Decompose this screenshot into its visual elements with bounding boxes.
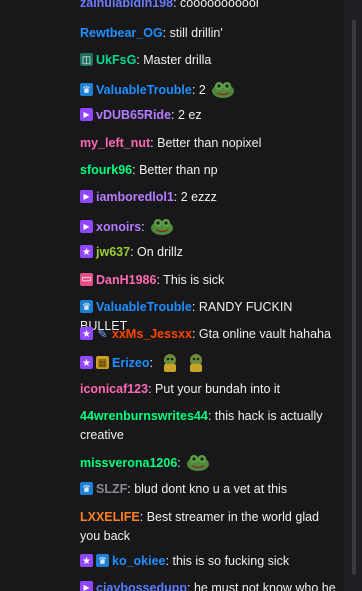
chat-message: Rewtbear_OG: still drillin' <box>80 24 340 43</box>
chat-message-text: cooooooooool <box>176 0 259 10</box>
chat-message: SLZF: blud dont kno u a vet at this <box>80 480 340 499</box>
chat-username[interactable]: zainulabidin198 <box>80 0 173 10</box>
chat-username[interactable]: ciaybossedupp <box>96 581 187 591</box>
chat-message: LXXELIFE: Best streamer in the world gla… <box>80 508 340 546</box>
chat-message: jw637: On drillz <box>80 243 340 262</box>
chat-separator: : <box>149 356 153 370</box>
ticket-badge-icon[interactable] <box>80 270 93 289</box>
bits-badge-icon[interactable] <box>96 354 109 373</box>
chat-username[interactable]: jw637 <box>96 245 130 259</box>
star-badge-icon[interactable] <box>80 243 93 262</box>
chat-username[interactable]: ValuableTrouble <box>96 300 192 314</box>
chat-message: UkFsG: Master drilla <box>80 51 340 70</box>
frog-emote-icon[interactable] <box>186 452 210 472</box>
chat-message: iconicaf123: Put your bundah into it <box>80 380 340 399</box>
chat-message-text: 2 ez <box>174 108 202 122</box>
chat-message-text: 2 ezzz <box>177 190 217 204</box>
star-badge-icon[interactable] <box>80 552 93 571</box>
chat-username[interactable]: Erizeo <box>112 356 150 370</box>
chat-username[interactable]: DanH1986 <box>96 273 156 287</box>
chat-message: vDUB65Ride: 2 ez <box>80 105 340 125</box>
chat-separator: : <box>177 456 181 470</box>
chat-username[interactable]: missverona1206 <box>80 456 177 470</box>
chat-message-text: Master drilla <box>139 53 212 67</box>
chat-message: iamboredlol1: 2 ezzz <box>80 187 340 207</box>
chat-username[interactable]: iamboredlol1 <box>96 190 174 204</box>
chat-username[interactable]: sfourk96 <box>80 163 132 177</box>
chat-message-text: Better than np <box>135 163 218 177</box>
chat-username[interactable]: xonoirs <box>96 220 141 234</box>
chat-message-text: blud dont kno u a vet at this <box>130 482 288 496</box>
crown-badge-icon[interactable] <box>80 480 93 499</box>
chat-message-text: Put your bundah into it <box>151 382 281 396</box>
chat-message-text: he must not know who he <box>190 581 336 591</box>
chat-username[interactable]: UkFsG <box>96 53 136 67</box>
chat-message-text: this is so fucking sick <box>169 554 290 568</box>
chat-message: my_left_nut: Better than nopixel <box>80 134 340 153</box>
chat-message-text: still drillin' <box>166 26 223 40</box>
prime-badge-icon[interactable] <box>80 105 93 124</box>
star-badge-icon[interactable] <box>80 354 93 373</box>
chat-scrollbar[interactable] <box>344 0 362 591</box>
chat-message: xonoirs: <box>80 216 340 237</box>
chat-message: ValuableTrouble: 2 <box>80 79 340 100</box>
frog-emote-icon[interactable] <box>211 79 235 99</box>
prime-badge-icon[interactable] <box>80 187 93 206</box>
chat-username[interactable]: my_left_nut <box>80 136 150 150</box>
star-badge-icon[interactable] <box>80 325 93 344</box>
crown-badge-icon[interactable] <box>80 298 93 317</box>
chat-message: ciaybossedupp: he must not know who he <box>80 578 340 591</box>
chat-message-text: Better than nopixel <box>153 136 262 150</box>
prime-badge-icon[interactable] <box>80 217 93 236</box>
chat-message-text: 2 <box>195 83 206 97</box>
chat-message: Erizeo: <box>80 352 340 373</box>
chat-username[interactable]: ValuableTrouble <box>96 83 192 97</box>
chat-message: missverona1206: <box>80 452 340 473</box>
frog-emote-icon[interactable] <box>150 216 174 236</box>
chat-message-text: This is sick <box>159 273 225 287</box>
chat-message: DanH1986: This is sick <box>80 270 340 290</box>
chat-message: sfourk96: Better than np <box>80 161 340 180</box>
crown-badge-icon[interactable] <box>96 552 109 571</box>
scrollbar-thumb[interactable] <box>352 20 356 575</box>
chat-username[interactable]: LXXELIFE <box>80 510 140 524</box>
app-badge-icon[interactable] <box>80 51 93 70</box>
pencil-badge-icon[interactable] <box>96 325 109 344</box>
chat-message: ko_okiee: this is so fucking sick <box>80 552 340 571</box>
chat-username[interactable]: SLZF <box>96 482 127 496</box>
chat-username[interactable]: iconicaf123 <box>80 382 148 396</box>
chat-message-text: On drillz <box>133 245 183 259</box>
pepe-emote-icon[interactable] <box>158 352 182 372</box>
chat-username[interactable]: vDUB65Ride <box>96 108 171 122</box>
chat-message: 44wrenburnswrites44: this hack is actual… <box>80 407 340 445</box>
pepe-emote-icon[interactable] <box>184 352 208 372</box>
chat-username[interactable]: Rewtbear_OG <box>80 26 163 40</box>
chat-message: zainulabidin198: cooooooooool <box>80 0 340 13</box>
crown-badge-icon[interactable] <box>80 81 93 100</box>
chat-message: xxMs_Jessxx: Gta online vault hahaha <box>80 325 340 344</box>
chat-separator: : <box>141 220 145 234</box>
chat-message-list: zainulabidin198: cooooooooool Rewtbear_O… <box>0 0 344 591</box>
chat-username[interactable]: ko_okiee <box>112 554 166 568</box>
prime-badge-icon[interactable] <box>80 578 93 591</box>
chat-message-text: Gta online vault hahaha <box>195 327 331 341</box>
chat-username[interactable]: xxMs_Jessxx <box>112 327 192 341</box>
chat-username[interactable]: 44wrenburnswrites44 <box>80 409 208 423</box>
